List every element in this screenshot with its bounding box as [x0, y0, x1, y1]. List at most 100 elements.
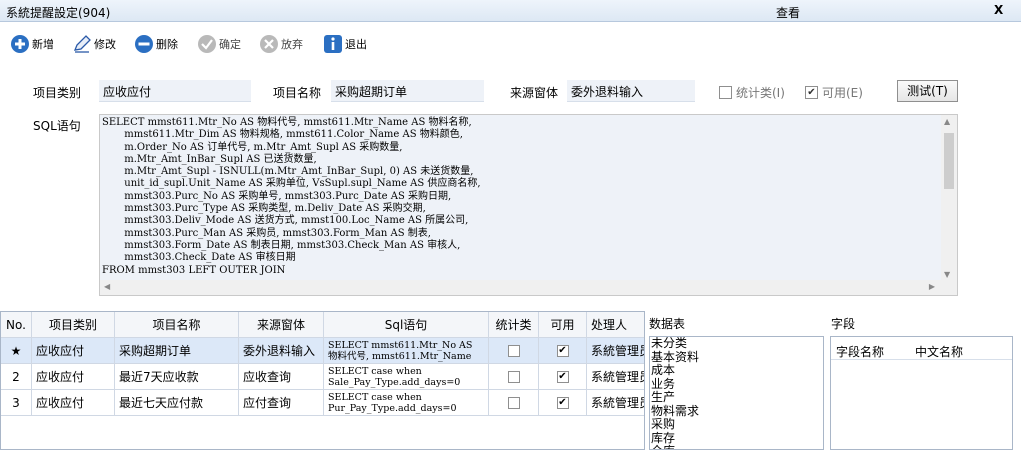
source-field[interactable]: 委外退料输入: [567, 80, 695, 102]
table-row[interactable]: 3 应收应付 最近七天应付款 应付查询 SELECT case when Pur…: [1, 390, 644, 416]
fields-header-divider: [831, 359, 1012, 360]
x-circle-icon: [259, 34, 279, 54]
col-header-stat[interactable]: 统计类: [489, 312, 539, 338]
edit-label: 修改: [94, 38, 116, 51]
field-col-header-name[interactable]: 字段名称: [836, 343, 884, 360]
stat-checkbox-label: 统计类(I): [736, 86, 785, 100]
row-handler: 系統管理员: [587, 390, 644, 416]
pencil-icon: [72, 34, 92, 54]
table-row[interactable]: ★ 应收应付 采购超期订单 委外退料输入 SELECT mmst611.Mtr_…: [1, 338, 644, 364]
col-header-no[interactable]: No.: [1, 312, 32, 338]
row-enabled-cell: [539, 364, 587, 390]
list-item[interactable]: 基本资料: [650, 350, 823, 365]
delete-button[interactable]: 删除: [134, 33, 178, 55]
scroll-up-arrow-icon[interactable]: ▲: [944, 117, 950, 126]
col-header-source[interactable]: 来源窗体: [239, 312, 324, 338]
name-label: 项目名称: [273, 86, 322, 100]
row-stat-cell: [489, 338, 539, 364]
sql-vertical-scrollbar[interactable]: ▲ ▼: [941, 115, 957, 281]
exit-label: 退出: [345, 38, 367, 51]
list-item[interactable]: 库存: [650, 431, 823, 446]
list-item[interactable]: 成本: [650, 363, 823, 378]
name-field[interactable]: 采购超期订单: [331, 80, 484, 102]
check-circle-icon: [197, 34, 217, 54]
category-field[interactable]: 应收应付: [99, 80, 251, 102]
minus-circle-icon: [134, 34, 154, 54]
tables-list[interactable]: 未分类 基本资料 成本 业务 生产 物料需求 采购 库存 仓库: [649, 336, 824, 450]
close-button[interactable]: X: [994, 3, 1003, 17]
stat-checkbox[interactable]: 统计类(I): [719, 84, 785, 101]
list-item[interactable]: 采购: [650, 417, 823, 432]
row-category: 应收应付: [32, 338, 115, 364]
table-row[interactable]: 2 应收应付 最近7天应收款 应收查询 SELECT case when Sal…: [1, 364, 644, 390]
col-header-enabled[interactable]: 可用: [539, 312, 587, 338]
row-handler: 系統管理员: [587, 338, 644, 364]
col-header-sql[interactable]: Sql语句: [324, 312, 489, 338]
sql-editor[interactable]: SELECT mmst611.Mtr_No AS 物料代号, mmst611.M…: [99, 114, 958, 296]
reminder-grid[interactable]: No. 项目类别 项目名称 来源窗体 Sql语句 统计类 可用 处理人 ★ 应收…: [0, 311, 645, 450]
tables-panel-title: 数据表: [649, 317, 686, 331]
category-label: 项目类别: [33, 86, 82, 100]
new-label: 新增: [32, 38, 54, 51]
row-enabled-checkbox[interactable]: [556, 396, 569, 409]
enabled-checkbox-label: 可用(E): [822, 86, 863, 100]
row-stat-cell: [489, 364, 539, 390]
row-sql: SELECT case when Sale_Pay_Type.add_days=…: [324, 364, 489, 390]
row-enabled-checkbox[interactable]: [556, 370, 569, 383]
row-name: 最近七天应付款: [115, 390, 239, 416]
row-enabled-cell: [539, 390, 587, 416]
discard-button[interactable]: 放弃: [259, 33, 303, 55]
row-stat-checkbox[interactable]: [507, 396, 520, 409]
enabled-checkbox[interactable]: 可用(E): [805, 84, 863, 101]
title-bar: 系統提醒設定(904) 查看 X: [0, 0, 1021, 22]
field-col-header-cn-name[interactable]: 中文名称: [915, 343, 963, 360]
exit-button[interactable]: 退出: [323, 33, 367, 55]
row-no: ★: [1, 338, 32, 364]
scroll-down-arrow-icon[interactable]: ▼: [944, 270, 950, 279]
grid-header-row: No. 项目类别 项目名称 来源窗体 Sql语句 统计类 可用 处理人: [1, 312, 644, 338]
fields-panel-title: 字段: [831, 317, 856, 331]
confirm-button[interactable]: 确定: [197, 33, 241, 55]
row-stat-checkbox[interactable]: [507, 370, 520, 383]
row-source: 委外退料输入: [239, 338, 324, 364]
list-item[interactable]: 物料需求: [650, 404, 823, 419]
test-button[interactable]: 测试(T): [897, 80, 958, 102]
discard-label: 放弃: [281, 38, 303, 51]
info-icon: [323, 34, 343, 54]
toolbar: 新增 修改 删除 确定 放弃 退出: [0, 22, 1021, 64]
new-button[interactable]: 新增: [10, 33, 54, 55]
row-stat-checkbox[interactable]: [507, 344, 520, 357]
fields-grid[interactable]: 字段名称 中文名称: [830, 336, 1013, 450]
col-header-category[interactable]: 项目类别: [32, 312, 115, 338]
delete-label: 删除: [156, 38, 178, 51]
row-category: 应收应付: [32, 364, 115, 390]
mode-indicator: 查看: [776, 6, 801, 20]
list-item[interactable]: 未分类: [650, 337, 823, 351]
row-no: 2: [1, 364, 32, 390]
row-stat-cell: [489, 390, 539, 416]
scroll-right-arrow-icon[interactable]: ▶: [929, 282, 935, 291]
row-no: 3: [1, 390, 32, 416]
col-header-handler[interactable]: 处理人: [587, 312, 644, 338]
window-title: 系統提醒設定(904): [6, 6, 111, 20]
confirm-label: 确定: [219, 38, 241, 51]
sql-label: SQL语句: [33, 119, 81, 133]
list-item[interactable]: 仓库: [650, 444, 823, 449]
source-label: 来源窗体: [510, 86, 559, 100]
plus-circle-icon: [10, 34, 30, 54]
row-name: 最近7天应收款: [115, 364, 239, 390]
row-handler: 系統管理员: [587, 364, 644, 390]
row-source: 应付查询: [239, 390, 324, 416]
row-category: 应收应付: [32, 390, 115, 416]
enabled-checkbox-box[interactable]: [805, 86, 818, 99]
col-header-name[interactable]: 项目名称: [115, 312, 239, 338]
row-enabled-checkbox[interactable]: [556, 344, 569, 357]
sql-text[interactable]: SELECT mmst611.Mtr_No AS 物料代号, mmst611.M…: [100, 115, 942, 281]
scroll-left-arrow-icon[interactable]: ◀: [104, 282, 110, 291]
list-item[interactable]: 业务: [650, 377, 823, 392]
sql-scroll-thumb[interactable]: [944, 133, 954, 189]
list-item[interactable]: 生产: [650, 390, 823, 405]
sql-horizontal-scrollbar[interactable]: ◀ ▶: [100, 280, 957, 295]
stat-checkbox-box[interactable]: [719, 86, 732, 99]
edit-button[interactable]: 修改: [72, 33, 116, 55]
